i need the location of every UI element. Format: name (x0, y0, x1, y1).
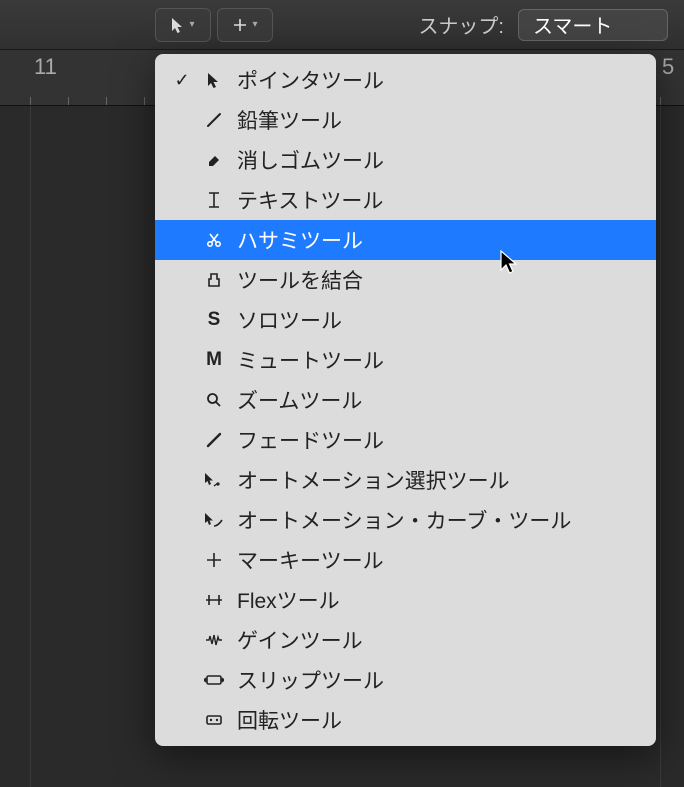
menu-item-mute[interactable]: M ミュートツール (155, 340, 656, 380)
tool-menu: ✓ ポインタツール鉛筆ツール消しゴムツールテキストツールハサミツールツールを結合 S… (155, 54, 656, 746)
snap-label: スナップ: (418, 10, 504, 39)
menu-item-label: Flexツール (237, 585, 340, 615)
chevron-down-icon: ▾ (189, 19, 194, 30)
pointer-icon (171, 17, 185, 33)
menu-item-label: テキストツール (237, 185, 383, 215)
check-icon: ✓ (173, 70, 191, 91)
menu-item-label: フェードツール (237, 425, 384, 455)
fade-icon (203, 432, 225, 448)
flex-icon (203, 592, 225, 608)
ruler-marker: 11 (34, 54, 57, 80)
menu-item-label: ツールを結合 (237, 265, 363, 295)
auto-select-icon (203, 472, 225, 488)
menu-item-label: ソロツール (237, 305, 342, 335)
menu-item-pencil[interactable]: 鉛筆ツール (155, 100, 656, 140)
menu-item-label: 鉛筆ツール (237, 105, 342, 135)
eraser-icon (203, 152, 225, 168)
menu-item-solo[interactable]: S ソロツール (155, 300, 656, 340)
slip-icon (203, 673, 225, 687)
menu-item-label: 回転ツール (237, 705, 342, 735)
menu-item-label: ズームツール (237, 385, 362, 415)
menu-item-zoom[interactable]: ズームツール (155, 380, 656, 420)
menu-item-fade[interactable]: フェードツール (155, 420, 656, 460)
pencil-icon (203, 112, 225, 128)
auto-curve-icon (203, 512, 225, 528)
snap-value: スマート (533, 10, 612, 39)
menu-item-label: ハサミツール (237, 225, 363, 255)
menu-item-label: 消しゴムツール (237, 145, 384, 175)
menu-item-auto-curve[interactable]: オートメーション・カーブ・ツール (155, 500, 656, 540)
menu-item-label: オートメーション・カーブ・ツール (237, 505, 571, 535)
menu-item-label: ミュートツール (237, 345, 384, 375)
menu-item-eraser[interactable]: 消しゴムツール (155, 140, 656, 180)
zoom-icon (203, 392, 225, 408)
scissors-icon (203, 232, 225, 248)
menu-item-label: スリップツール (237, 665, 384, 695)
snap-select[interactable]: スマート (518, 9, 668, 41)
menu-item-slip[interactable]: スリップツール (155, 660, 656, 700)
menu-item-gain[interactable]: ゲインツール (155, 620, 656, 660)
menu-item-marquee[interactable]: マーキーツール (155, 540, 656, 580)
right-tool-selector[interactable]: ▾ (217, 8, 273, 42)
menu-item-auto-select[interactable]: オートメーション選択ツール (155, 460, 656, 500)
marquee-icon (203, 552, 225, 568)
gain-icon (203, 633, 225, 647)
text-icon (203, 191, 225, 209)
toolbar: ▾ ▾ スナップ: スマート (0, 0, 684, 50)
solo-icon: S (203, 309, 225, 331)
menu-item-flex[interactable]: Flexツール (155, 580, 656, 620)
menu-item-rotate[interactable]: 回転ツール (155, 700, 656, 740)
menu-item-text[interactable]: テキストツール (155, 180, 656, 220)
glue-icon (203, 272, 225, 288)
left-tool-selector[interactable]: ▾ (155, 8, 211, 42)
menu-item-label: ゲインツール (237, 625, 363, 655)
menu-item-label: マーキーツール (237, 545, 384, 575)
rotate-icon (203, 713, 225, 727)
menu-item-pointer[interactable]: ✓ ポインタツール (155, 60, 656, 100)
pointer-icon (203, 72, 225, 88)
mute-icon: M (203, 349, 225, 371)
menu-item-label: オートメーション選択ツール (237, 465, 510, 495)
chevron-down-icon: ▾ (252, 19, 257, 30)
ruler-marker: 5 (662, 54, 674, 80)
menu-item-scissors[interactable]: ハサミツール (155, 220, 656, 260)
menu-item-label: ポインタツール (237, 65, 384, 95)
marquee-icon (232, 17, 248, 33)
menu-item-glue[interactable]: ツールを結合 (155, 260, 656, 300)
